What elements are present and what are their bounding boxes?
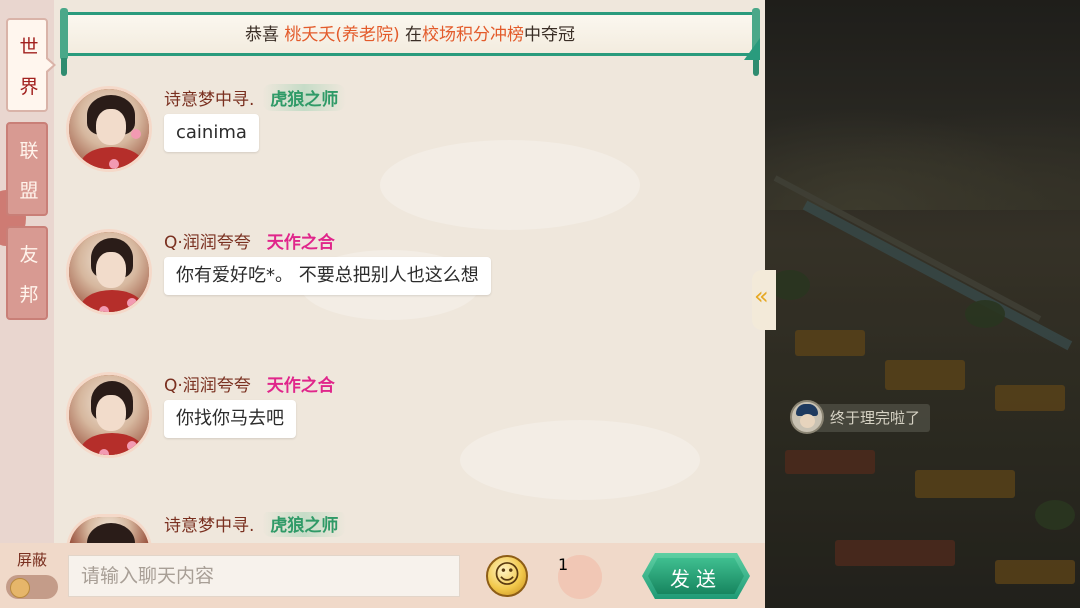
message-bubble: 你找你马去吧 [164,400,296,438]
chat-input-bar: 屏蔽 请输入聊天内容 ☺ 1 发送 [0,543,765,608]
tab-world[interactable]: 世 界 [6,18,56,112]
npc-speech-bubble[interactable]: 终于理完啦了 [790,400,932,436]
channel-tab-rail: 世 界 联 盟 友 邦 [0,0,56,608]
announcement-text: 恭喜 桃夭夭(养老院) 在校场积分冲榜中夺冠 [60,20,760,45]
emoji-button[interactable]: ☺ [486,555,528,597]
chat-message: 诗意梦中寻. 虎狼之师 cainima [66,84,666,196]
sender-line: 诗意梦中寻. 虎狼之师 [164,512,347,537]
tab-world-label-top: 世 [19,36,39,58]
sender-line: 诗意梦中寻. 虎狼之师 [164,84,347,111]
chat-input[interactable]: 请输入聊天内容 [68,555,460,597]
announcement-banner: 恭喜 桃夭夭(养老院) 在校场积分冲榜中夺冠 [60,8,760,76]
red-packet-count-badge: 1 [558,555,602,599]
sender-name[interactable]: Q·润润夸夸 [164,233,251,253]
toggle-knob [10,578,30,598]
announcement-event: 校场积分冲榜 [422,25,525,45]
message-bubble: 你有爱好吃*。 不要总把别人也这么想 [164,257,491,295]
tab-friends[interactable]: 友 邦 [6,226,48,320]
tab-friends-label-bottom: 邦 [19,284,39,306]
mute-label: 屏蔽 [16,551,47,569]
sender-title-badge: 虎狼之师 [262,512,347,537]
player-avatar[interactable] [66,229,152,315]
sender-title-badge: 天作之合 [266,376,335,396]
send-button[interactable]: 发送 [642,553,750,599]
npc-speech-text: 终于理完啦了 [814,404,931,432]
scene-dim-overlay [765,0,1080,608]
tab-world-label-bottom: 界 [19,76,39,98]
announcement-prefix: 恭喜 [244,25,279,45]
npc-avatar [790,400,824,434]
chat-message: 诗意梦中寻. 虎狼之师 [66,512,666,544]
tab-alliance-label-top: 联 [19,140,39,162]
sender-title-badge: 虎狼之师 [262,84,347,111]
chat-message: Q·润润夸夸 天作之合 你有爱好吃*。 不要总把别人也这么想 [66,229,666,339]
tab-alliance-label-bottom: 盟 [19,180,39,202]
mute-toggle[interactable] [6,575,58,599]
sender-name[interactable]: Q·润润夸夸 [164,376,251,396]
announcement-mid: 在 [405,25,423,45]
smiley-icon: ☺ [493,560,521,590]
collapse-panel-button[interactable]: « [752,270,776,330]
announcement-player[interactable]: 桃夭夭(养老院) [284,25,399,45]
sender-line: Q·润润夸夸 天作之合 [164,370,343,397]
tab-alliance[interactable]: 联 盟 [6,122,48,216]
sender-title-badge: 天作之合 [266,233,335,253]
message-bubble: cainima [164,114,259,152]
tab-friends-label-top: 友 [19,244,39,266]
player-avatar[interactable] [66,372,152,458]
game-scene [765,0,1080,608]
player-avatar[interactable] [66,514,152,544]
sender-line: Q·润润夸夸 天作之合 [164,227,343,254]
sender-name[interactable]: 诗意梦中寻. [164,90,254,110]
mute-control: 屏蔽 [6,547,58,605]
sender-name[interactable]: 诗意梦中寻. [164,516,254,536]
send-label: 发送 [670,567,722,591]
player-avatar[interactable] [66,86,152,172]
announcement-suffix: 中夺冠 [524,25,576,45]
chat-message: Q·润润夸夸 天作之合 你找你马去吧 [66,372,666,482]
double-chevron-left-icon: « [754,282,769,310]
